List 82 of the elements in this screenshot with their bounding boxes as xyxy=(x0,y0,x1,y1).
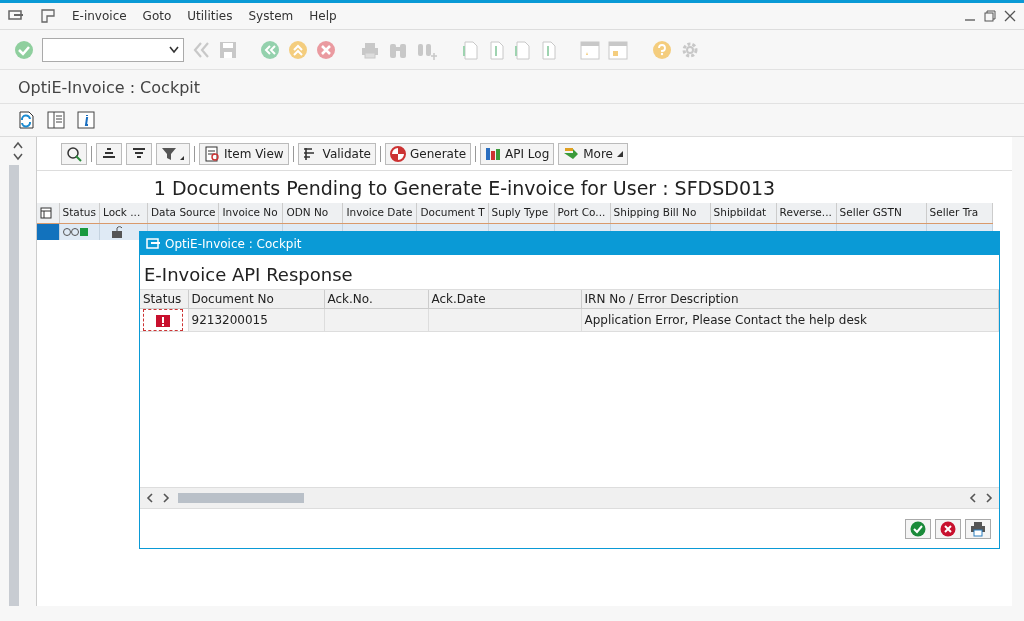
new-window-icon[interactable] xyxy=(580,39,600,60)
column-header[interactable]: Seller Tra xyxy=(926,203,993,223)
funnel-icon xyxy=(161,145,185,162)
menu-item[interactable]: System xyxy=(248,7,294,25)
layout-icon[interactable] xyxy=(40,206,52,219)
scroll-down-icon[interactable] xyxy=(13,153,23,161)
refresh-icon[interactable] xyxy=(16,110,36,130)
scroll-left-icon xyxy=(969,493,977,503)
padlock-icon xyxy=(110,225,123,238)
scroll-right-icon xyxy=(985,493,993,503)
toolbar-button[interactable]: Generate xyxy=(384,142,471,165)
restore-icon[interactable] xyxy=(984,10,996,22)
dropdown-icon xyxy=(617,150,623,157)
checkmark-icon[interactable] xyxy=(14,39,34,60)
column-header[interactable]: Ack.No. xyxy=(324,290,428,309)
back-icon[interactable] xyxy=(260,39,280,60)
layout-panel-icon[interactable] xyxy=(46,110,66,130)
checkmark-icon xyxy=(910,521,926,537)
window-icon xyxy=(146,237,160,250)
grid-title: 1 Documents Pending to Generate E-invoice for User : SFDSD013 xyxy=(153,177,776,199)
column-header[interactable]: Invoice Date xyxy=(342,203,417,223)
table-cell: 9213200015 xyxy=(191,313,268,327)
cancel-icon[interactable] xyxy=(316,39,336,60)
help-icon[interactable] xyxy=(652,39,672,60)
screen-title: OptiE-Invoice : Cockpit xyxy=(0,70,1024,104)
sort-descending-button[interactable] xyxy=(126,142,152,165)
dialog-heading: E-Invoice API Response xyxy=(144,264,353,285)
filter-button[interactable] xyxy=(156,142,190,165)
save-icon[interactable] xyxy=(218,39,238,60)
scroll-left-icon xyxy=(146,493,154,503)
column-header[interactable]: IRN No / Error Description xyxy=(581,290,999,309)
column-header[interactable]: Port Co... xyxy=(554,203,611,223)
column-header[interactable]: Data Source xyxy=(147,203,219,223)
column-header[interactable]: Document No xyxy=(188,290,324,309)
menu-item[interactable]: Utilities xyxy=(187,7,233,25)
confirm-button[interactable] xyxy=(905,519,931,539)
column-header[interactable]: Ack.Date xyxy=(428,290,581,309)
caret-icon xyxy=(169,45,179,54)
sort-ascending-button[interactable] xyxy=(96,142,122,165)
toolbar-button[interactable]: More xyxy=(558,142,628,165)
toolbar-button[interactable]: API Log xyxy=(480,142,555,165)
scroll-up-icon[interactable] xyxy=(13,141,23,149)
pie-icon xyxy=(389,145,406,162)
info-icon[interactable] xyxy=(76,110,96,130)
dialog-title: OptiE-Invoice : Cockpit xyxy=(165,235,302,253)
column-header[interactable]: Document T xyxy=(416,203,489,223)
menu-icon[interactable] xyxy=(8,9,24,23)
shortcut-icon[interactable] xyxy=(608,39,628,60)
scroll-right-icon xyxy=(162,493,170,503)
cancel-button[interactable] xyxy=(935,519,961,539)
menu-item[interactable]: E-invoice xyxy=(72,7,127,25)
close-icon[interactable] xyxy=(1004,10,1016,22)
column-header[interactable]: ODN No xyxy=(282,203,343,223)
document-icon xyxy=(204,145,220,162)
column-header[interactable]: Reverse... xyxy=(776,203,837,223)
menu-item[interactable]: Goto xyxy=(142,7,172,25)
traffic-light-icon xyxy=(62,226,89,237)
print-button[interactable] xyxy=(965,519,991,539)
column-header[interactable]: Suply Type xyxy=(488,203,555,223)
up-icon[interactable] xyxy=(288,39,308,60)
details-button[interactable] xyxy=(61,142,87,165)
layout-icon[interactable] xyxy=(40,8,56,24)
toolbar-button[interactable]: Validate xyxy=(297,142,376,165)
print-icon xyxy=(970,521,986,537)
column-header[interactable]: Shipbildat xyxy=(710,203,777,223)
arrow-icon xyxy=(563,145,580,162)
next-page-icon[interactable] xyxy=(512,39,530,60)
column-header[interactable]: Lock ... xyxy=(99,203,148,223)
column-header[interactable]: Seller GSTN xyxy=(836,203,927,223)
cancel-icon xyxy=(940,521,956,537)
column-header[interactable]: Status xyxy=(140,290,188,309)
table-cell: Application Error, Please Contact the help desk xyxy=(584,313,867,327)
column-header[interactable]: Status xyxy=(59,203,100,223)
horizontal-scrollbar[interactable] xyxy=(140,487,999,509)
bar-chart-icon xyxy=(485,145,501,162)
command-field[interactable] xyxy=(42,37,184,62)
column-header[interactable]: Invoice No xyxy=(218,203,283,223)
magnifier-icon xyxy=(66,145,82,162)
first-page-icon[interactable] xyxy=(460,39,478,60)
column-header[interactable]: Shipping Bill No xyxy=(610,203,711,223)
toolbar-button[interactable]: Item View xyxy=(199,142,289,165)
menu-item[interactable]: Help xyxy=(309,7,337,25)
